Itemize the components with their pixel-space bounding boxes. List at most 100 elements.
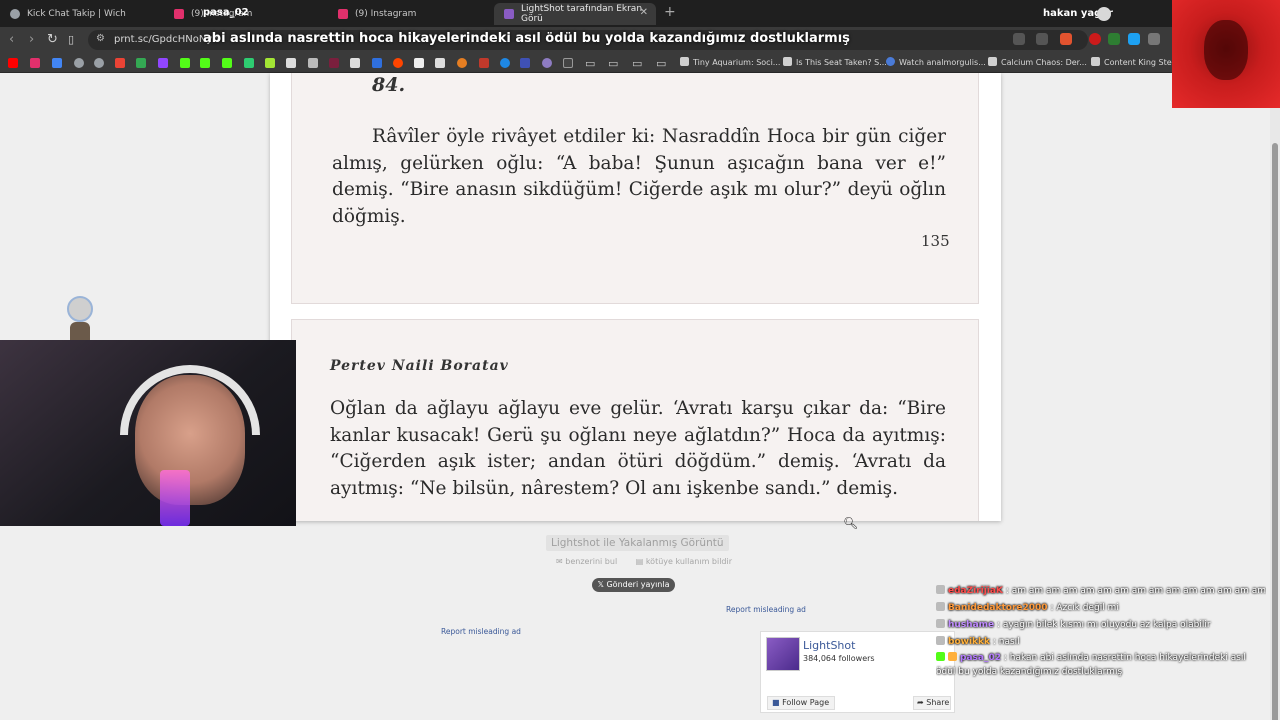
forward-button[interactable]: › (29, 32, 34, 47)
extension-icon[interactable] (308, 58, 318, 68)
chat-text: : am am am am am am am am am am am am am… (1005, 586, 1266, 596)
screenshot-image[interactable]: 84. Râvîler öyle rivâyet etdiler ki: Nas… (270, 73, 1001, 521)
badge-icon (948, 652, 957, 661)
bookmark-item[interactable]: Content King Stean (1091, 57, 1182, 67)
chat-text: : ayağın bilek kısmı mı oluyodu az kalpa… (997, 620, 1211, 630)
bookmark-item[interactable]: Watch analmorgulis... (886, 57, 986, 67)
fb-page-name[interactable]: LightShot (803, 639, 855, 652)
translate-icon[interactable] (52, 58, 62, 68)
globe-icon[interactable] (94, 58, 104, 68)
reload-button[interactable]: ↻ (47, 32, 58, 47)
bookmark-item[interactable]: Is This Seat Taken? S... (783, 57, 887, 67)
streamer-webcam (0, 340, 296, 526)
extension-icon[interactable] (563, 58, 573, 68)
fb-followers: 384,064 followers (803, 654, 875, 663)
instagram-icon[interactable] (30, 58, 40, 68)
tab-title: LightShot tarafından Ekran Görü (521, 4, 643, 24)
tab-instagram-2[interactable]: (9) Instagram (328, 3, 494, 25)
steam-icon (783, 57, 792, 66)
lightshot-caption: Lightshot ile Yakalanmış Görüntü (546, 535, 729, 551)
extension-icon[interactable] (457, 58, 467, 68)
avatar[interactable] (1097, 7, 1111, 21)
extension-icon[interactable] (520, 58, 530, 68)
x-icon[interactable] (350, 58, 360, 68)
reddit-icon[interactable] (393, 58, 403, 68)
close-icon[interactable]: ✕ (640, 7, 648, 18)
gmail-icon[interactable] (115, 58, 125, 68)
extension-icon[interactable] (1089, 33, 1101, 45)
kick-icon[interactable] (222, 58, 232, 68)
share-icon[interactable] (1036, 33, 1048, 45)
lightshot-links: ✉ benzerini bul ▤ kötüye kullanım bildir (556, 557, 748, 566)
face-silhouette (1204, 20, 1248, 80)
stream-chat-overlay: edaZirijiaK : am am am am am am am am am… (936, 583, 1266, 679)
badge-icon (936, 636, 945, 645)
lightshot-logo[interactable] (766, 637, 800, 671)
badge-icon (936, 602, 945, 611)
scroll-thumb[interactable] (1272, 143, 1278, 720)
follow-page-button[interactable]: ■ Follow Page (767, 696, 835, 710)
back-button[interactable]: ‹ (9, 32, 14, 47)
tale-paragraph: Oğlan da ağlayu ağlayu eve gelür. ‘Avrat… (330, 398, 946, 499)
kick-icon[interactable] (180, 58, 190, 68)
tale-paragraph: Râvîler öyle rivâyet etdiler ki: Nasradd… (332, 126, 946, 227)
extension-icon[interactable] (329, 58, 339, 68)
extension-icon[interactable] (479, 58, 489, 68)
extension-icon[interactable] (372, 58, 382, 68)
drive-icon[interactable] (136, 58, 146, 68)
extension-icon[interactable] (435, 58, 445, 68)
bookmark-icon[interactable]: ▯ (68, 33, 74, 46)
extension-icon[interactable] (1128, 33, 1140, 45)
extension-icon[interactable] (414, 58, 424, 68)
stream-overlay-username: pasa_02 (203, 7, 249, 18)
share-button[interactable]: ➦ Share (913, 696, 951, 710)
bookmark-item[interactable]: Tiny Aquarium: Soci... (680, 57, 780, 67)
twitch-icon[interactable] (158, 58, 168, 68)
book-page-bottom: Pertev Naili Boratav Oğlan da ağlayu ağl… (291, 319, 979, 521)
extension-icon[interactable] (1108, 33, 1120, 45)
chat-username: bowikkk (948, 637, 990, 647)
find-similar-link[interactable]: ✉ benzerini bul (556, 557, 625, 566)
extension-icon[interactable] (1148, 33, 1160, 45)
extension-icon[interactable] (542, 58, 552, 68)
page-number: 135 (921, 232, 950, 250)
globe-icon (10, 9, 20, 19)
chat-username: edaZirijiaK (948, 586, 1003, 596)
tab-bar: Kick Chat Takip | Wich (9) Instagram (9)… (0, 0, 1280, 27)
instagram-icon (338, 9, 348, 19)
lightshot-icon (504, 9, 514, 19)
anchor-icon[interactable] (286, 58, 296, 68)
tab-instagram-1[interactable]: (9) Instagram (164, 3, 334, 25)
globe-icon[interactable] (74, 58, 84, 68)
tab-kick-chat[interactable]: Kick Chat Takip | Wich (0, 3, 170, 25)
folder-icon[interactable]: ▭ (585, 57, 595, 70)
chat-message: Banidedaktore2000 : Azcık değil mi (936, 600, 1266, 617)
report-abuse-link[interactable]: ▤ kötüye kullanım bildir (636, 557, 740, 566)
badge-icon (936, 585, 945, 594)
extension-icon[interactable] (244, 58, 254, 68)
bookmark-item[interactable]: Calcium Chaos: Der... (988, 57, 1087, 67)
extension-icon[interactable] (500, 58, 510, 68)
brave-shield-icon[interactable] (1060, 33, 1072, 45)
extension-icon[interactable] (265, 58, 275, 68)
folder-icon[interactable]: ▭ (656, 57, 666, 70)
stream-overlay-message: abi aslında nasrettin hoca hikayelerinde… (203, 31, 850, 46)
tab-lightshot[interactable]: LightShot tarafından Ekran Görü ✕ (494, 3, 656, 25)
tab-title: (9) Instagram (355, 9, 417, 19)
report-ad-link[interactable]: Report misleading ad (726, 605, 806, 614)
youtube-icon[interactable] (8, 58, 18, 68)
headphones (120, 365, 260, 435)
folder-icon[interactable]: ▭ (632, 57, 642, 70)
steam-icon (680, 57, 689, 66)
chat-text: : Azcık değil mi (1050, 603, 1119, 613)
page-scrollbar[interactable] (1270, 73, 1280, 720)
facebook-page-widget: LightShot 384,064 followers ■ Follow Pag… (760, 631, 955, 713)
post-button[interactable]: 𝕏 Gönderi yayınla (592, 578, 675, 592)
chat-message: bowikkk : nasıl (936, 634, 1266, 651)
report-ad-link[interactable]: Report misleading ad (441, 627, 521, 636)
kick-icon[interactable] (200, 58, 210, 68)
site-info-icon[interactable]: ⚙ (96, 33, 105, 44)
cast-icon[interactable] (1013, 33, 1025, 45)
new-tab-button[interactable]: + (664, 4, 676, 20)
folder-icon[interactable]: ▭ (608, 57, 618, 70)
